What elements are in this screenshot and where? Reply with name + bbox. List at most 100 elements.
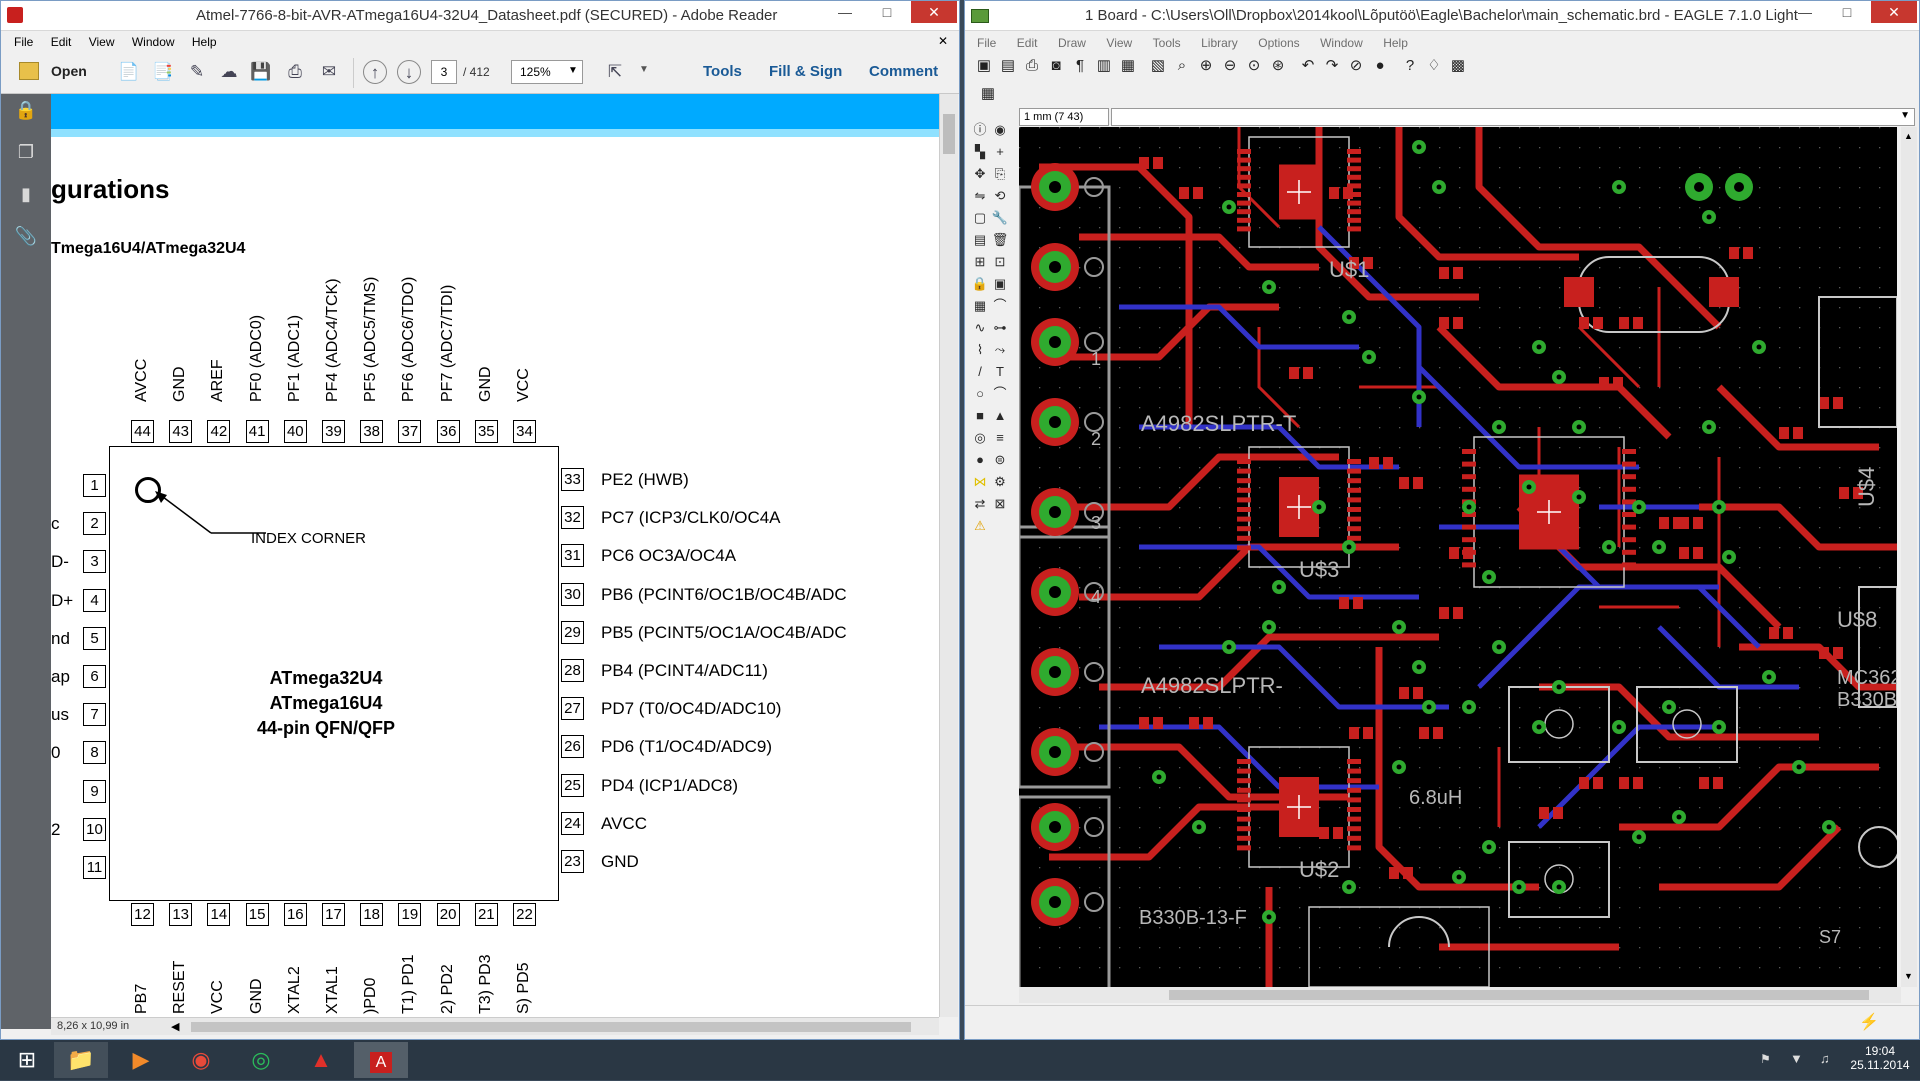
zoom-fit-icon[interactable]: ⌕ bbox=[1171, 55, 1193, 77]
cam-icon[interactable]: ◙ bbox=[1045, 55, 1067, 77]
attachment-icon[interactable]: 📎 bbox=[14, 226, 38, 250]
eagle-scroll-down-icon[interactable]: ▼ bbox=[1904, 971, 1913, 981]
zoom-select[interactable]: 125% ▼ bbox=[511, 60, 583, 84]
eagle-menu-view[interactable]: View bbox=[1098, 33, 1140, 53]
eagle-horizontal-scrollbar[interactable] bbox=[1019, 987, 1901, 1003]
layers-icon[interactable]: ▥ bbox=[1093, 55, 1115, 77]
hole-icon[interactable]: ● bbox=[971, 451, 989, 469]
signal-icon[interactable]: ≡ bbox=[991, 429, 1009, 447]
eagle-taskbar-icon[interactable]: ▲ bbox=[294, 1042, 348, 1078]
name-icon[interactable]: ⊡ bbox=[991, 253, 1009, 271]
maximize-button[interactable]: □ bbox=[867, 1, 907, 23]
tray-network-icon[interactable]: ▼ bbox=[1790, 1051, 1803, 1066]
document-close-icon[interactable]: ✕ bbox=[938, 34, 948, 48]
create-pdf-icon[interactable]: 📄 bbox=[117, 60, 141, 84]
redo-icon[interactable]: ↷ bbox=[1321, 55, 1343, 77]
eagle-menu-options[interactable]: Options bbox=[1250, 33, 1307, 53]
eagle-menu-draw[interactable]: Draw bbox=[1050, 33, 1094, 53]
eagle-h-scroll-thumb[interactable] bbox=[1169, 990, 1869, 1000]
menu-help[interactable]: Help bbox=[185, 32, 224, 52]
ratsnest-icon[interactable]: ⋈ bbox=[971, 473, 989, 491]
eagle-maximize-button[interactable]: □ bbox=[1827, 1, 1867, 23]
minimize-button[interactable]: — bbox=[825, 1, 865, 23]
export-pdf-icon[interactable]: 📑 bbox=[151, 60, 175, 84]
go-icon[interactable]: ● bbox=[1369, 55, 1391, 77]
lock-icon[interactable]: 🔒 bbox=[14, 100, 38, 124]
menu-window[interactable]: Window bbox=[125, 32, 182, 52]
command-line-input[interactable]: ▼ bbox=[1111, 108, 1915, 126]
eagle-vertical-scrollbar[interactable]: ▲ ▼ bbox=[1901, 127, 1917, 987]
menu-edit[interactable]: Edit bbox=[44, 32, 79, 52]
ripup-icon[interactable]: ⤳ bbox=[991, 341, 1009, 359]
eagle-menu-library[interactable]: Library bbox=[1193, 33, 1246, 53]
group-icon[interactable]: ▢ bbox=[971, 209, 989, 227]
mark-icon[interactable]: + bbox=[991, 143, 1009, 161]
eagle-menu-edit[interactable]: Edit bbox=[1009, 33, 1046, 53]
split-icon[interactable]: ∿ bbox=[971, 319, 989, 337]
script-icon[interactable]: ¶ bbox=[1069, 55, 1091, 77]
media-player-icon[interactable]: ▶ bbox=[114, 1042, 168, 1078]
auto-icon[interactable]: ⚙ bbox=[991, 473, 1009, 491]
h-scroll-thumb[interactable] bbox=[191, 1022, 911, 1032]
upload-icon[interactable]: ☁ bbox=[217, 60, 241, 84]
bookmark-icon[interactable]: ▮ bbox=[14, 184, 38, 208]
toolbar-more-icon[interactable]: ▼ bbox=[639, 64, 649, 75]
save-icon[interactable]: 💾 bbox=[249, 60, 273, 84]
email-icon[interactable]: ✉ bbox=[317, 60, 341, 84]
clock[interactable]: 19:04 25.11.2014 bbox=[1850, 1044, 1910, 1072]
rect-icon[interactable]: ■ bbox=[971, 407, 989, 425]
pcb-quote-icon[interactable]: ▩ bbox=[1447, 55, 1469, 77]
tray-volume-icon[interactable]: ♫ bbox=[1820, 1051, 1830, 1066]
print-icon[interactable]: ⎙ bbox=[1021, 55, 1043, 77]
zoom-out-icon[interactable]: ⊖ bbox=[1219, 55, 1241, 77]
eagle-scroll-up-icon[interactable]: ▲ bbox=[1904, 131, 1913, 141]
eye-icon[interactable]: ◉ bbox=[991, 121, 1009, 139]
eagle-close-button[interactable]: ✕ bbox=[1871, 1, 1917, 23]
page-number-input[interactable] bbox=[431, 60, 457, 84]
via-icon[interactable]: ◎ bbox=[971, 429, 989, 447]
eagle-minimize-button[interactable]: — bbox=[1785, 1, 1825, 23]
circle-icon[interactable]: ○ bbox=[971, 385, 989, 403]
text-icon[interactable]: T bbox=[991, 363, 1009, 381]
stop-icon[interactable]: ⊘ bbox=[1345, 55, 1367, 77]
polygon-icon[interactable]: ▲ bbox=[991, 407, 1009, 425]
adobe-reader-taskbar-icon[interactable]: A bbox=[354, 1042, 408, 1078]
command-dropdown-icon[interactable]: ▼ bbox=[1900, 110, 1910, 121]
scroll-thumb[interactable] bbox=[943, 114, 955, 154]
edit-pdf-icon[interactable]: ✎ bbox=[185, 60, 209, 84]
eagle-menu-window[interactable]: Window bbox=[1312, 33, 1371, 53]
drc-icon[interactable]: ⊠ bbox=[991, 495, 1009, 513]
undo-icon[interactable]: ↶ bbox=[1297, 55, 1319, 77]
print-icon[interactable]: ⎙ bbox=[283, 60, 307, 84]
pages-icon[interactable]: ❐ bbox=[14, 142, 38, 166]
previous-page-icon[interactable]: ↑ bbox=[363, 60, 387, 84]
miter-icon[interactable]: ⌒ bbox=[991, 297, 1009, 315]
start-button[interactable]: ⊞ bbox=[0, 1042, 54, 1078]
value-icon[interactable]: ▣ bbox=[991, 275, 1009, 293]
change-icon[interactable]: 🔧 bbox=[991, 209, 1009, 227]
design-link-icon[interactable]: ♢ bbox=[1423, 55, 1445, 77]
arc-icon[interactable]: ⌒ bbox=[991, 385, 1009, 403]
lock-icon[interactable]: 🔒 bbox=[971, 275, 989, 293]
close-button[interactable]: ✕ bbox=[911, 1, 957, 23]
horizontal-scrollbar[interactable]: 8,26 x 10,99 in ◀ bbox=[51, 1017, 939, 1035]
zoom-in-icon[interactable]: ⊕ bbox=[1195, 55, 1217, 77]
tools-button[interactable]: Tools bbox=[703, 63, 742, 80]
erc-icon[interactable]: ⇄ bbox=[971, 495, 989, 513]
attribute-icon[interactable]: ⊜ bbox=[991, 451, 1009, 469]
route-icon[interactable]: ⌇ bbox=[971, 341, 989, 359]
next-page-icon[interactable]: ↓ bbox=[397, 60, 421, 84]
fit-page-icon[interactable]: ⇱ bbox=[603, 60, 627, 84]
menu-view[interactable]: View bbox=[82, 32, 122, 52]
eagle-menu-help[interactable]: Help bbox=[1375, 33, 1416, 53]
grid-icon[interactable]: ▦ bbox=[977, 83, 999, 105]
lightning-icon[interactable]: ⚡ bbox=[1859, 1012, 1879, 1032]
paste-icon[interactable]: ▤ bbox=[971, 231, 989, 249]
spotify-icon[interactable]: ◎ bbox=[234, 1042, 288, 1078]
menu-file[interactable]: File bbox=[7, 32, 40, 52]
drc-icon[interactable]: ▧ bbox=[1147, 55, 1169, 77]
board-icon[interactable]: ▦ bbox=[1117, 55, 1139, 77]
eagle-menu-tools[interactable]: Tools bbox=[1145, 33, 1189, 53]
display-icon[interactable]: ▚ bbox=[971, 143, 989, 161]
vertical-scrollbar[interactable] bbox=[939, 94, 958, 1017]
